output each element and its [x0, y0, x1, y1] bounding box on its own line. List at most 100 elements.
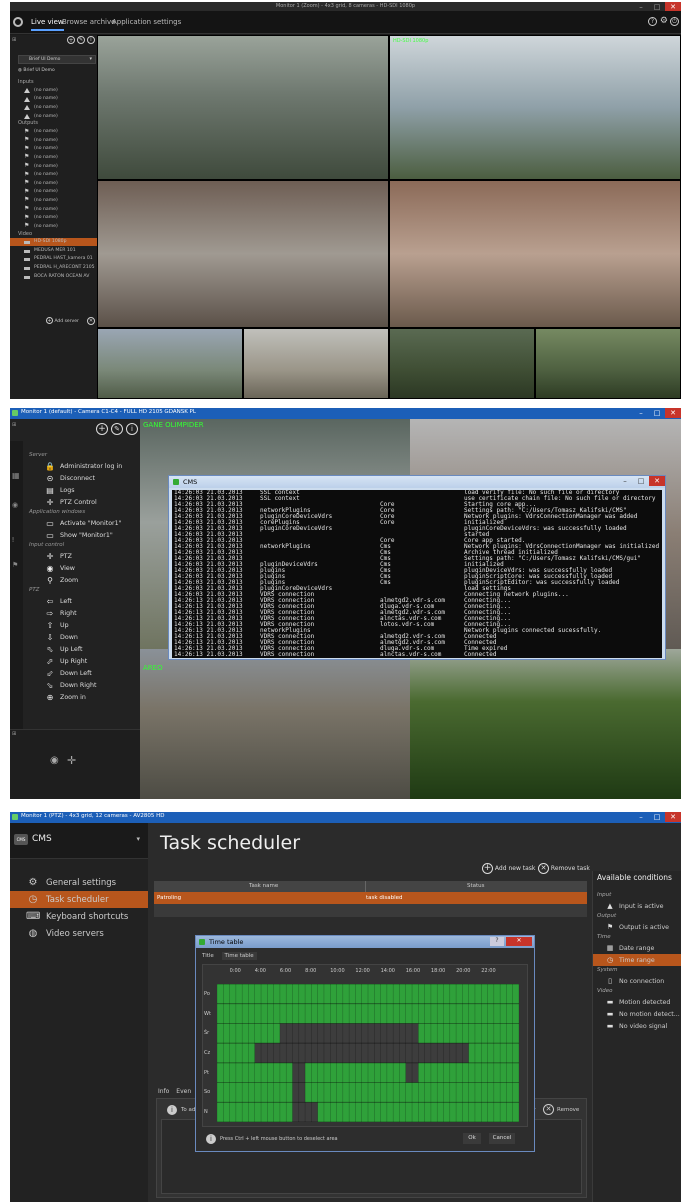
close-button[interactable]: ✕ [506, 937, 532, 946]
sidebar-item[interactable]: ◍ Video servers [10, 925, 148, 942]
server-select[interactable]: Brief UI Demo ▾ [18, 55, 96, 64]
add-icon[interactable]: + [96, 423, 108, 435]
condition-item[interactable]: ▬ No video signal [593, 1020, 681, 1032]
condition-item[interactable]: ▦ Date range [593, 942, 681, 954]
pin-icon[interactable]: ⊞ [12, 422, 16, 428]
cancel-button[interactable]: Cancel [489, 1133, 515, 1144]
gear-icon[interactable]: ⚙ [660, 16, 668, 26]
maximize-button[interactable]: □ [649, 812, 665, 822]
menu-item[interactable]: ✛ PTZ [23, 550, 140, 562]
help-icon[interactable]: ? [648, 17, 657, 26]
menu-item[interactable]: ⇩ Down [23, 631, 140, 643]
tree-item[interactable]: ⚑ (no name) [10, 145, 97, 154]
menu-item[interactable]: ✛ PTZ Control [23, 496, 140, 508]
camera-tile[interactable] [389, 180, 681, 328]
camera-icon[interactable]: ◉ [12, 501, 18, 509]
menu-item[interactable]: ▤ Logs [23, 484, 140, 496]
menu-item[interactable]: ◉ View [23, 562, 140, 574]
tree-item[interactable]: ⚑ (no name) [10, 153, 97, 162]
eye-icon[interactable]: ◉ [50, 755, 59, 766]
schedule-grid[interactable] [217, 984, 519, 1122]
close-button[interactable]: ✕ [665, 408, 681, 418]
menu-item[interactable]: ⇨ Right [23, 607, 140, 619]
tree-item[interactable]: ⚑ (no name) [10, 127, 97, 136]
tree-item[interactable]: BOCA RATON OCEAN AV [10, 272, 97, 281]
tree-item[interactable]: (no name) [10, 112, 97, 121]
camera-tile[interactable] [389, 328, 535, 399]
remove-button[interactable]: Remove [557, 1107, 579, 1113]
tab-application-settings[interactable]: Application settings [112, 18, 181, 26]
add-icon[interactable]: + [67, 36, 75, 44]
condition-item[interactable]: ▯ No connection [593, 975, 681, 987]
camera-tile[interactable] [97, 180, 389, 328]
ok-button[interactable]: Ok [463, 1133, 481, 1144]
tree-item[interactable]: (no name) [10, 86, 97, 95]
tree-item[interactable]: ⚑ (no name) [10, 170, 97, 179]
edit-icon[interactable]: ✎ [77, 36, 85, 44]
sidebar-item[interactable]: ◷ Task scheduler [10, 891, 148, 908]
camera-tile[interactable]: AREO [140, 649, 410, 799]
tab-title[interactable]: Title [202, 953, 214, 959]
tab-time-table[interactable]: Time table [221, 952, 257, 960]
maximize-button[interactable]: □ [649, 408, 665, 418]
grid-icon[interactable]: ▦ [12, 471, 20, 480]
menu-item[interactable]: ⚲ Zoom [23, 574, 140, 586]
table-row[interactable]: Patroling task disabled [154, 892, 587, 904]
condition-item[interactable]: ▬ Motion detected [593, 996, 681, 1008]
tab-browse-archive[interactable]: Browse archive [62, 18, 115, 26]
menu-item[interactable]: ⬂ Down Right [23, 679, 140, 691]
pin-icon[interactable]: ⊞ [12, 731, 16, 737]
tree-item[interactable]: ⚑ (no name) [10, 222, 97, 231]
menu-item[interactable]: ▭ Activate "Monitor1" [23, 517, 140, 529]
menu-item[interactable]: ⬁ Up Left [23, 643, 140, 655]
close-button[interactable]: ✕ [665, 812, 681, 822]
info-icon[interactable]: i [87, 36, 95, 44]
info-icon[interactable]: i [126, 423, 138, 435]
tree-item[interactable]: ⚑ (no name) [10, 136, 97, 145]
tree-root[interactable]: ◍ Brief UI Demo [18, 68, 55, 77]
remove-circle-icon[interactable]: ✕ [543, 1104, 554, 1115]
help-button[interactable]: ? [490, 937, 504, 946]
menu-item[interactable]: 🔒 Administrator log in [23, 460, 140, 472]
menu-item[interactable]: ⇧ Up [23, 619, 140, 631]
menu-item[interactable]: ⬀ Up Right [23, 655, 140, 667]
tree-item[interactable]: HD-SDI 1080p [10, 237, 97, 247]
column-header-task-name[interactable]: Task name [249, 883, 278, 889]
flag-icon[interactable]: ⚑ [12, 561, 18, 569]
tab-info[interactable]: Info [158, 1088, 169, 1095]
column-header-status[interactable]: Status [467, 883, 485, 889]
tab-live-view[interactable]: Live view [31, 18, 64, 31]
remove-task-button[interactable]: ✕ Remove task [538, 863, 590, 877]
tree-item[interactable]: ⚑ (no name) [10, 213, 97, 222]
sidebar-item[interactable]: ⌨ Keyboard shortcuts [10, 908, 148, 925]
tree-item[interactable]: ⚑ (no name) [10, 188, 97, 197]
tree-item[interactable]: MEDUSA MER 101 [10, 246, 97, 255]
move-icon[interactable]: ✛ [67, 754, 76, 767]
camera-tile[interactable] [97, 35, 389, 180]
app-header[interactable]: CMS CMS ▾ [10, 823, 148, 859]
tree-item[interactable]: (no name) [10, 103, 97, 112]
minimize-button[interactable]: – [617, 476, 633, 486]
camera-tile[interactable] [410, 649, 681, 799]
close-button[interactable]: ✕ [649, 476, 665, 486]
tree-item[interactable]: ⚑ (no name) [10, 196, 97, 205]
tree-item[interactable]: ⚑ (no name) [10, 205, 97, 214]
menu-item[interactable]: ⊝ Disconnect [23, 472, 140, 484]
add-server-button[interactable]: + Add server [46, 317, 79, 327]
menu-item[interactable]: ▭ Show "Monitor1" [23, 529, 140, 541]
maximize-button[interactable]: □ [633, 476, 649, 486]
tree-item[interactable]: PEDRAL H_ARECONT 2105 [10, 263, 97, 272]
minimize-button[interactable]: – [633, 812, 649, 822]
menu-item[interactable]: ⊕ Zoom in [23, 691, 140, 703]
minimize-button[interactable]: – [633, 408, 649, 418]
camera-tile[interactable] [97, 328, 243, 399]
condition-item[interactable]: ▲ Input is active [593, 900, 681, 912]
sidebar-item[interactable]: ⚙ General settings [10, 874, 148, 891]
condition-item[interactable]: ⚑ Output is active [593, 921, 681, 933]
camera-tile[interactable]: HD-SDI 1080p [389, 35, 681, 180]
edit-icon[interactable]: ✎ [111, 423, 123, 435]
menu-item[interactable]: ⬃ Down Left [23, 667, 140, 679]
event-icon[interactable]: ǃ [12, 536, 14, 544]
add-task-button[interactable]: + Add new task [482, 863, 535, 877]
tree-item[interactable]: PEDRAL HAST_kamera 01 [10, 255, 97, 264]
